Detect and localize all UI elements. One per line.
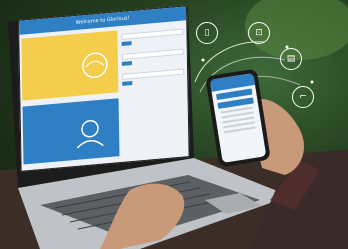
laptop-button-2[interactable]	[121, 61, 132, 66]
user-face-icon	[76, 119, 104, 149]
lock-icon: ⊡	[248, 22, 270, 44]
laptop-input-3[interactable]	[122, 68, 185, 80]
door-icon: ▯	[196, 22, 218, 44]
laptop-screen: Welcome to Glorious!	[18, 5, 190, 172]
laptop-button-1[interactable]	[121, 41, 132, 46]
laptop-input-1[interactable]	[121, 28, 184, 40]
phone-screen	[209, 73, 267, 163]
scene: Welcome to Glorious! ▯ ⊡ ▤ ⌐	[0, 0, 348, 249]
gate-icon: ▤	[280, 48, 302, 70]
laptop-button-3[interactable]	[122, 81, 133, 86]
helmet-icon	[82, 52, 108, 79]
laptop-input-2[interactable]	[121, 48, 184, 60]
yellow-card[interactable]	[21, 30, 119, 101]
blue-card[interactable]	[22, 98, 120, 165]
laptop-side-panel	[121, 27, 185, 88]
window-icon: ⌐	[292, 86, 314, 108]
